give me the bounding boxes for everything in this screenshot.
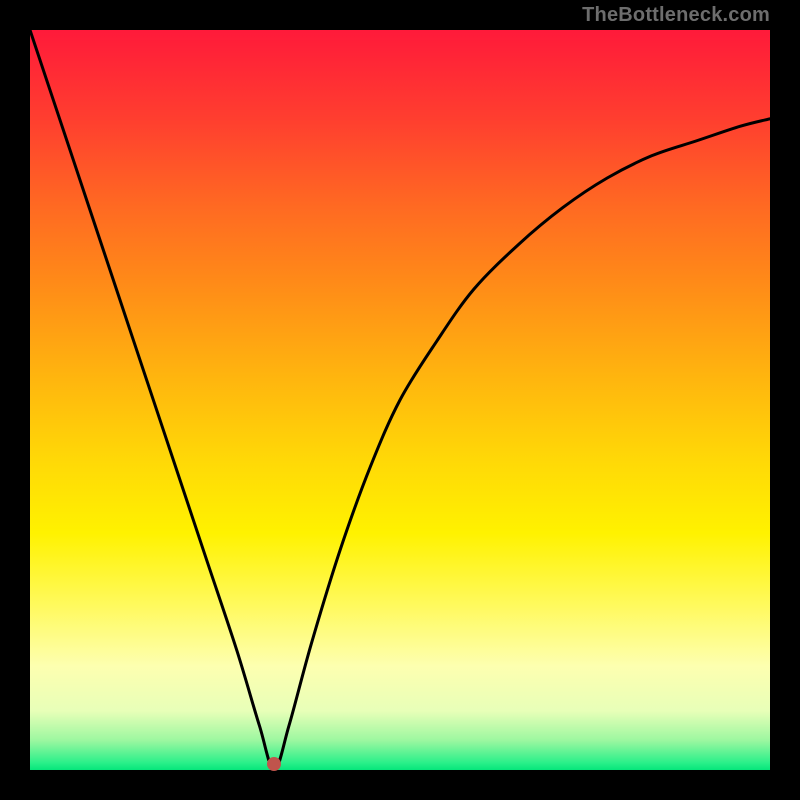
curve-path [30, 30, 770, 770]
watermark-text: TheBottleneck.com [582, 4, 770, 27]
chart-frame: TheBottleneck.com [0, 0, 800, 800]
plot-area [30, 30, 770, 770]
optimum-point [267, 757, 281, 771]
bottleneck-curve [30, 30, 770, 770]
